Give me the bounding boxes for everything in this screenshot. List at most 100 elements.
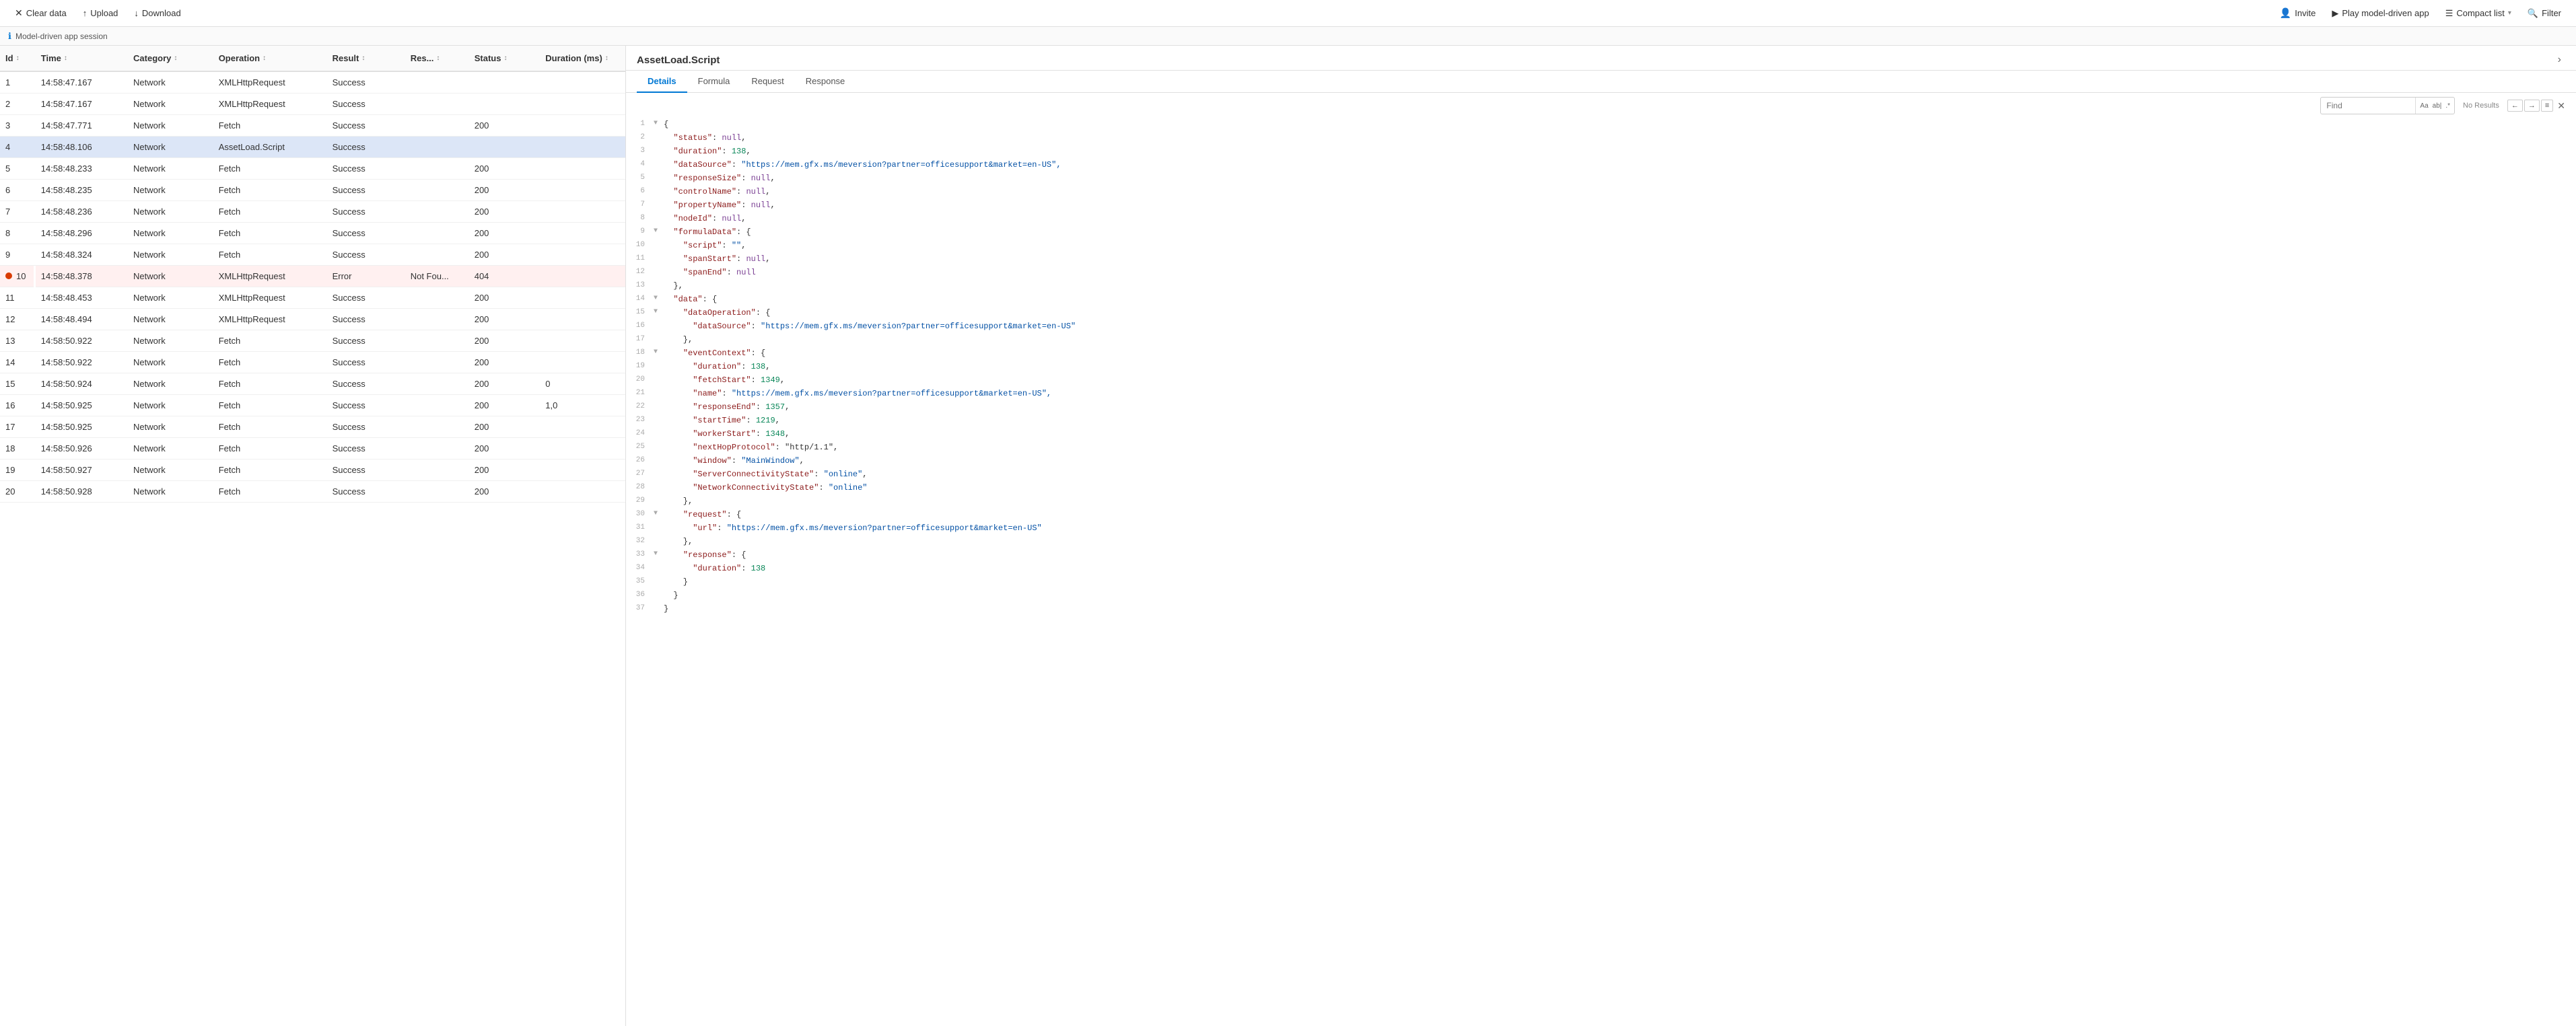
play-model-driven-button[interactable]: ▶ Play model-driven app bbox=[2325, 5, 2435, 22]
code-viewer[interactable]: 1▼{2 "status": null,3 "duration": 138,4 … bbox=[626, 118, 2576, 1026]
filter-button[interactable]: 🔍 Filter bbox=[2521, 5, 2568, 22]
sort-icon-res: ↕ bbox=[436, 54, 440, 62]
col-header-id[interactable]: Id ↕ bbox=[0, 46, 36, 71]
left-panel: Id ↕ Time ↕ Category bbox=[0, 46, 626, 1026]
table-row[interactable]: 1314:58:50.922NetworkFetchSuccess200 bbox=[0, 330, 625, 352]
table-row[interactable]: 314:58:47.771NetworkFetchSuccess200 bbox=[0, 114, 625, 136]
code-line: 1▼{ bbox=[626, 118, 2576, 132]
table-row[interactable]: 514:58:48.233NetworkFetchSuccess200 bbox=[0, 157, 625, 179]
table-row[interactable]: 1414:58:50.922NetworkFetchSuccess200 bbox=[0, 352, 625, 373]
find-prev-button[interactable]: ← bbox=[2507, 100, 2523, 112]
code-line: 22 "responseEnd": 1357, bbox=[626, 401, 2576, 414]
find-no-results: No Results bbox=[2459, 102, 2503, 110]
sort-icon-time: ↕ bbox=[64, 54, 67, 62]
col-header-category[interactable]: Category ↕ bbox=[128, 46, 213, 71]
code-line: 28 "NetworkConnectivityState": "online" bbox=[626, 482, 2576, 495]
table-row[interactable]: 214:58:47.167NetworkXMLHttpRequestSucces… bbox=[0, 93, 625, 114]
find-options: Aa ab| .* bbox=[2415, 98, 2454, 114]
filter-icon: 🔍 bbox=[2528, 8, 2538, 19]
line-toggle[interactable]: ▼ bbox=[650, 307, 661, 318]
code-line: 2 "status": null, bbox=[626, 132, 2576, 145]
code-line: 20 "fetchStart": 1349, bbox=[626, 374, 2576, 388]
table-row[interactable]: 1214:58:48.494NetworkXMLHttpRequestSucce… bbox=[0, 309, 625, 330]
sort-icon-operation: ↕ bbox=[263, 54, 266, 62]
line-toggle[interactable]: ▼ bbox=[650, 226, 661, 237]
tab-formula[interactable]: Formula bbox=[687, 71, 741, 93]
code-line: 9▼ "formulaData": { bbox=[626, 226, 2576, 240]
find-bar: Aa ab| .* No Results ← → ≡ ✕ bbox=[626, 93, 2576, 118]
table-row[interactable]: 1614:58:50.925NetworkFetchSuccess2001,0 bbox=[0, 395, 625, 416]
table-row[interactable]: 1814:58:50.926NetworkFetchSuccess200 bbox=[0, 438, 625, 460]
find-input[interactable] bbox=[2321, 100, 2415, 112]
match-case-button[interactable]: Aa bbox=[2418, 102, 2429, 110]
code-line: 13 }, bbox=[626, 280, 2576, 293]
code-line: 4 "dataSource": "https://mem.gfx.ms/meve… bbox=[626, 159, 2576, 172]
upload-icon: ↑ bbox=[83, 8, 88, 18]
code-line: 37 } bbox=[626, 603, 2576, 616]
table-row[interactable]: 1014:58:48.378NetworkXMLHttpRequestError… bbox=[0, 265, 625, 287]
sort-icon-result: ↕ bbox=[361, 54, 365, 62]
table-row[interactable]: 614:58:48.235NetworkFetchSuccess200 bbox=[0, 179, 625, 200]
table-container[interactable]: Id ↕ Time ↕ Category bbox=[0, 46, 625, 1026]
code-line: 11 "spanStart": null, bbox=[626, 253, 2576, 266]
table-header-row: Id ↕ Time ↕ Category bbox=[0, 46, 625, 71]
code-line: 32 }, bbox=[626, 536, 2576, 549]
table-body: 114:58:47.167NetworkXMLHttpRequestSucces… bbox=[0, 71, 625, 503]
download-icon: ↓ bbox=[134, 8, 139, 18]
upload-button[interactable]: ↑ Upload bbox=[76, 5, 125, 21]
col-header-time[interactable]: Time ↕ bbox=[36, 46, 128, 71]
table-row[interactable]: 914:58:48.324NetworkFetchSuccess200 bbox=[0, 244, 625, 265]
sort-icon-id: ↕ bbox=[16, 54, 20, 62]
table-row[interactable]: 814:58:48.296NetworkFetchSuccess200 bbox=[0, 222, 625, 244]
col-header-duration[interactable]: Duration (ms) ↕ bbox=[540, 46, 625, 71]
col-header-res[interactable]: Res... ↕ bbox=[405, 46, 469, 71]
line-toggle[interactable]: ▼ bbox=[650, 293, 661, 304]
invite-button[interactable]: 👤 Invite bbox=[2273, 5, 2323, 22]
data-table: Id ↕ Time ↕ Category bbox=[0, 46, 625, 503]
tab-details[interactable]: Details bbox=[637, 71, 687, 93]
toolbar-right: 👤 Invite ▶ Play model-driven app ☰ Compa… bbox=[2273, 5, 2568, 22]
code-line: 17 }, bbox=[626, 334, 2576, 347]
line-toggle[interactable]: ▼ bbox=[650, 549, 661, 560]
find-lines-button[interactable]: ≡ bbox=[2541, 100, 2553, 112]
clear-data-button[interactable]: ✕ Clear data bbox=[8, 5, 73, 22]
code-line: 15▼ "dataOperation": { bbox=[626, 307, 2576, 320]
code-line: 5 "responseSize": null, bbox=[626, 172, 2576, 186]
compact-list-button[interactable]: ☰ Compact list ▾ bbox=[2439, 5, 2518, 22]
table-row[interactable]: 414:58:48.106NetworkAssetLoad.ScriptSucc… bbox=[0, 136, 625, 157]
find-close-button[interactable]: ✕ bbox=[2557, 100, 2565, 112]
clear-icon: ✕ bbox=[15, 7, 23, 19]
sort-icon-category: ↕ bbox=[174, 54, 177, 62]
chevron-down-icon: ▾ bbox=[2508, 9, 2511, 17]
col-header-status[interactable]: Status ↕ bbox=[469, 46, 541, 71]
code-line: 35 } bbox=[626, 576, 2576, 589]
toolbar: ✕ Clear data ↑ Upload ↓ Download 👤 Invit… bbox=[0, 0, 2576, 27]
tab-response[interactable]: Response bbox=[795, 71, 856, 93]
table-row[interactable]: 114:58:47.167NetworkXMLHttpRequestSucces… bbox=[0, 71, 625, 93]
download-button[interactable]: ↓ Download bbox=[127, 5, 187, 21]
line-toggle[interactable]: ▼ bbox=[650, 118, 661, 129]
table-row[interactable]: 2014:58:50.928NetworkFetchSuccess200 bbox=[0, 481, 625, 503]
code-line: 24 "workerStart": 1348, bbox=[626, 428, 2576, 441]
info-bar: ℹ Model-driven app session bbox=[0, 27, 2576, 46]
tab-request[interactable]: Request bbox=[740, 71, 794, 93]
table-row[interactable]: 714:58:48.236NetworkFetchSuccess200 bbox=[0, 200, 625, 222]
find-next-button[interactable]: → bbox=[2524, 100, 2540, 112]
info-bar-text: Model-driven app session bbox=[15, 32, 108, 41]
table-row[interactable]: 1914:58:50.927NetworkFetchSuccess200 bbox=[0, 460, 625, 481]
close-panel-button[interactable]: › bbox=[2554, 52, 2565, 67]
line-toggle[interactable]: ▼ bbox=[650, 509, 661, 519]
info-icon: ℹ bbox=[8, 31, 11, 42]
match-word-button[interactable]: ab| bbox=[2431, 102, 2443, 110]
table-row[interactable]: 1114:58:48.453NetworkXMLHttpRequestSucce… bbox=[0, 287, 625, 309]
sort-icon-status: ↕ bbox=[503, 54, 507, 62]
table-row[interactable]: 1714:58:50.925NetworkFetchSuccess200 bbox=[0, 416, 625, 438]
regex-button[interactable]: .* bbox=[2444, 102, 2451, 110]
code-line: 19 "duration": 138, bbox=[626, 361, 2576, 374]
line-toggle[interactable]: ▼ bbox=[650, 347, 661, 358]
error-dot bbox=[5, 272, 12, 279]
col-header-operation[interactable]: Operation ↕ bbox=[213, 46, 327, 71]
col-header-result[interactable]: Result ↕ bbox=[327, 46, 405, 71]
table-row[interactable]: 1514:58:50.924NetworkFetchSuccess2000 bbox=[0, 373, 625, 395]
code-line: 31 "url": "https://mem.gfx.ms/meversion?… bbox=[626, 522, 2576, 536]
